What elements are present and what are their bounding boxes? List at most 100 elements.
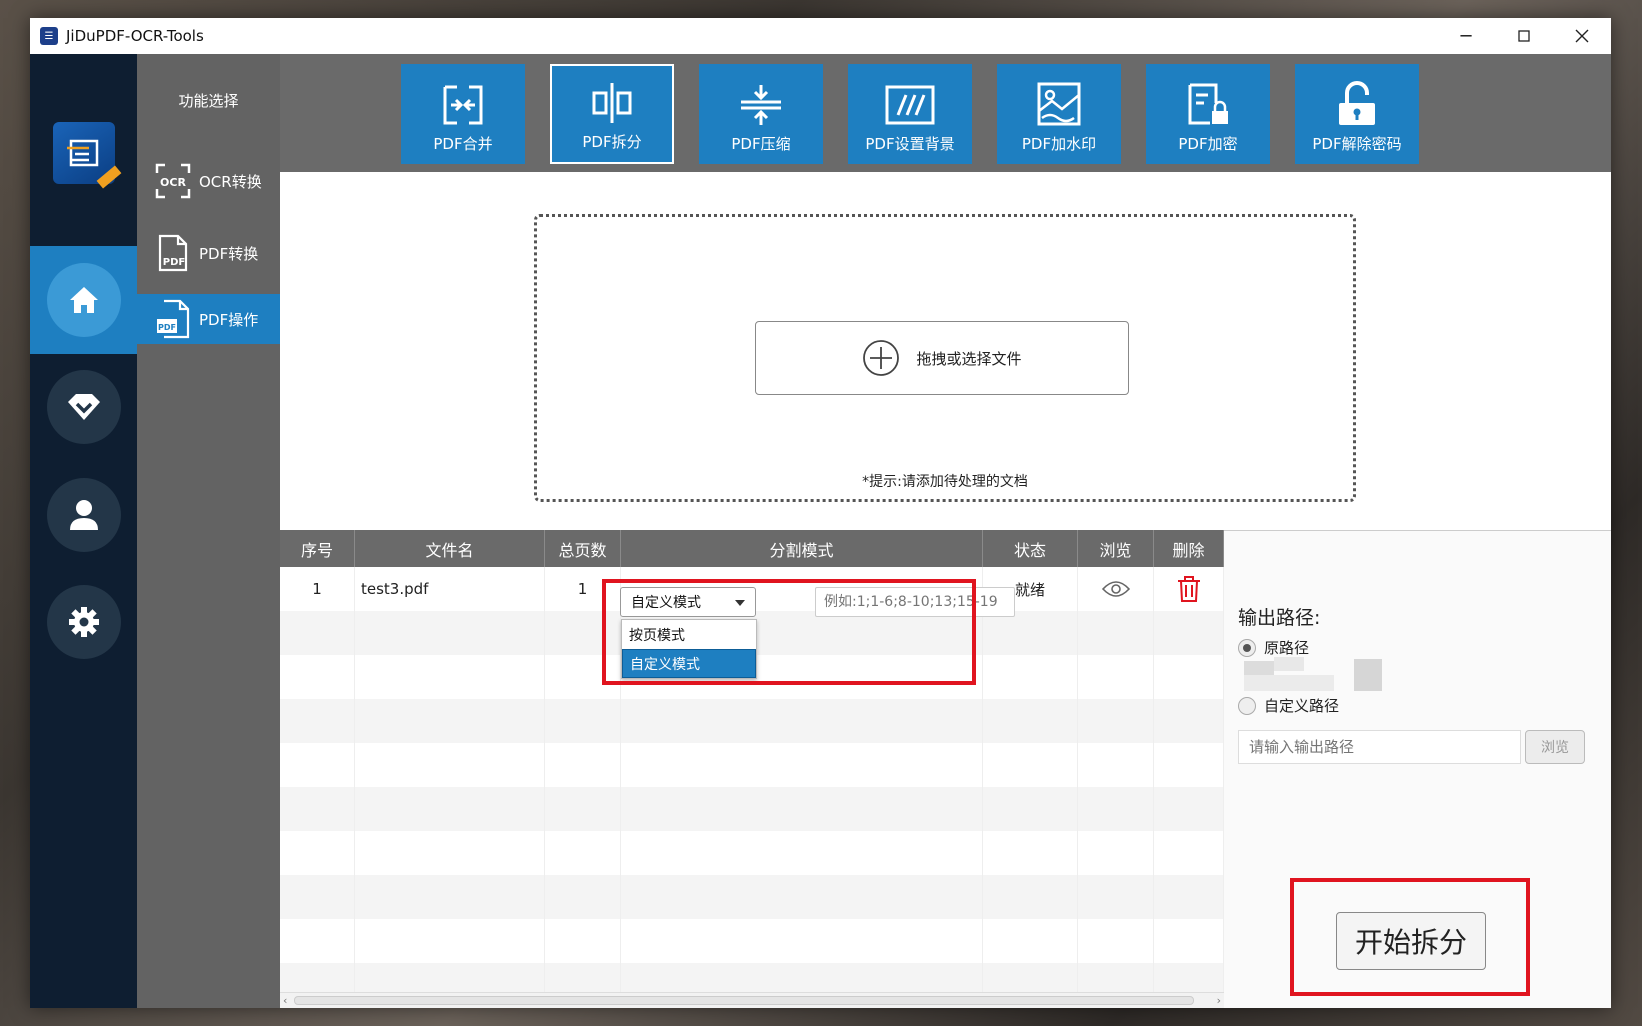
start-split-button[interactable]: 开始拆分: [1336, 912, 1486, 970]
close-button[interactable]: [1553, 18, 1611, 54]
radio-button[interactable]: [1238, 638, 1256, 657]
table-header: 序号 文件名 总页数 分割模式 状态 浏览 删除: [280, 530, 1224, 567]
app-window: ☰ JiDuPDF-OCR-Tools ─ 功能选择 OCR OCR转换 PDF…: [30, 18, 1611, 1008]
ocr-icon: OCR: [155, 162, 191, 200]
add-icon: [863, 340, 900, 376]
tool-label: PDF加水印: [1021, 135, 1097, 153]
col-header-status: 状态: [983, 530, 1078, 567]
row-preview[interactable]: [1078, 567, 1154, 611]
rail-vip-button[interactable]: [47, 370, 121, 444]
menu-item-ocr[interactable]: OCR OCR转换: [137, 156, 280, 206]
radio-original-label: 原路径: [1264, 639, 1310, 657]
menu-item-pdf-convert[interactable]: PDF PDF转换: [137, 228, 280, 278]
function-menu: 功能选择 OCR OCR转换 PDF PDF转换 PDF PDF操作: [137, 54, 280, 1008]
pdf-file-icon: PDF: [155, 234, 191, 272]
col-header-mode: 分割模式: [621, 530, 983, 567]
rail-user-button[interactable]: [47, 478, 121, 552]
tool-label: PDF压缩: [731, 135, 791, 153]
select-file-button[interactable]: 拖拽或选择文件: [755, 321, 1129, 395]
pdf-toolbar: PDF合并 PDF拆分 PDF压缩 PDF设置背景 PDF加水印 PDF加密 P…: [280, 54, 1611, 172]
tool-label: PDF设置背景: [865, 135, 955, 153]
select-file-label: 拖拽或选择文件: [916, 349, 1022, 368]
tool-label: PDF拆分: [582, 133, 642, 151]
browse-button[interactable]: 浏览: [1525, 730, 1585, 764]
radio-custom-label: 自定义路径: [1264, 697, 1340, 715]
tool-pdf-background[interactable]: PDF设置背景: [848, 64, 972, 164]
radio-original-path[interactable]: 原路径: [1238, 637, 1309, 658]
horizontal-scrollbar[interactable]: ‹ ›: [280, 992, 1224, 1008]
unlock-icon: [1339, 81, 1375, 125]
maximize-button[interactable]: [1495, 18, 1553, 54]
tool-pdf-split[interactable]: PDF拆分: [550, 64, 674, 164]
row-delete[interactable]: [1154, 567, 1224, 611]
table-row: [280, 699, 1224, 743]
file-drop-region: 拖拽或选择文件 *提示:请添加待处理的文档: [280, 172, 1611, 530]
tool-pdf-unlock[interactable]: PDF解除密码: [1295, 64, 1419, 164]
svg-text:OCR: OCR: [160, 176, 186, 189]
file-drop-zone[interactable]: 拖拽或选择文件 *提示:请添加待处理的文档: [534, 214, 1356, 502]
drop-hint: *提示:请添加待处理的文档: [862, 474, 1028, 490]
compress-icon: [741, 85, 781, 125]
scrollbar-thumb[interactable]: [294, 996, 1194, 1005]
encrypt-icon: [1188, 83, 1228, 125]
tool-label: PDF合并: [433, 135, 493, 153]
menu-item-label: PDF转换: [199, 244, 259, 263]
menu-title: 功能选择: [178, 92, 239, 110]
tool-pdf-encrypt[interactable]: PDF加密: [1146, 64, 1270, 164]
table-row: [280, 875, 1224, 919]
output-path-label: 输出路径:: [1238, 607, 1321, 629]
col-header-index: 序号: [280, 530, 355, 567]
watermark-icon: [1037, 82, 1081, 126]
app-icon: ☰: [40, 27, 58, 45]
minimize-button[interactable]: ─: [1437, 18, 1495, 54]
gear-icon: [69, 607, 99, 637]
logo-badge: [96, 165, 122, 189]
app-logo: [53, 122, 122, 189]
merge-icon: [443, 85, 483, 125]
scroll-left-icon[interactable]: ‹: [283, 994, 287, 1007]
col-header-delete: 删除: [1154, 530, 1224, 567]
trash-icon: [1177, 576, 1200, 602]
home-icon: [70, 287, 98, 313]
table-row: [280, 743, 1224, 787]
window-controls: ─: [1437, 18, 1611, 54]
tool-pdf-compress[interactable]: PDF压缩: [699, 64, 823, 164]
close-icon: [1575, 29, 1589, 43]
scroll-right-icon[interactable]: ›: [1217, 994, 1221, 1007]
radio-custom-path[interactable]: 自定义路径: [1238, 695, 1339, 716]
window-title: JiDuPDF-OCR-Tools: [66, 27, 204, 45]
col-header-preview: 浏览: [1078, 530, 1154, 567]
tool-pdf-merge[interactable]: PDF合并: [401, 64, 525, 164]
table-row: [280, 919, 1224, 963]
col-header-filename: 文件名: [355, 530, 545, 567]
menu-item-pdf-operate[interactable]: PDF PDF操作: [137, 294, 280, 344]
split-icon: [592, 83, 632, 123]
output-path-input[interactable]: [1238, 730, 1521, 764]
table-row: [280, 787, 1224, 831]
left-rail: [30, 54, 137, 1008]
redacted-path: [1244, 657, 1404, 691]
rail-settings-button[interactable]: [47, 585, 121, 659]
maximize-icon: [1518, 30, 1530, 42]
rail-home-button[interactable]: [47, 263, 121, 337]
tool-label: PDF解除密码: [1312, 135, 1402, 153]
logo-icon: [67, 139, 99, 167]
output-panel: 输出路径: 原路径 自定义路径 浏览 开始拆分: [1224, 530, 1611, 1008]
file-table: 序号 文件名 总页数 分割模式 状态 浏览 删除 1 test3.pdf 1 就…: [280, 530, 1224, 1008]
tool-label: PDF加密: [1178, 135, 1238, 153]
user-icon: [70, 500, 98, 530]
svg-text:PDF: PDF: [158, 323, 176, 332]
background-icon: [885, 85, 935, 125]
row-index: 1: [280, 567, 355, 611]
title-bar: ☰ JiDuPDF-OCR-Tools ─: [30, 18, 1611, 54]
highlight-box-mode: [602, 579, 976, 685]
tool-pdf-watermark[interactable]: PDF加水印: [997, 64, 1121, 164]
menu-item-label: PDF操作: [199, 310, 259, 329]
diamond-icon: [68, 394, 100, 420]
menu-item-label: OCR转换: [199, 172, 262, 191]
radio-button[interactable]: [1238, 696, 1256, 715]
pdf-operate-icon: PDF: [155, 299, 191, 339]
svg-text:PDF: PDF: [163, 257, 185, 268]
table-row: [280, 831, 1224, 875]
col-header-pages: 总页数: [545, 530, 621, 567]
